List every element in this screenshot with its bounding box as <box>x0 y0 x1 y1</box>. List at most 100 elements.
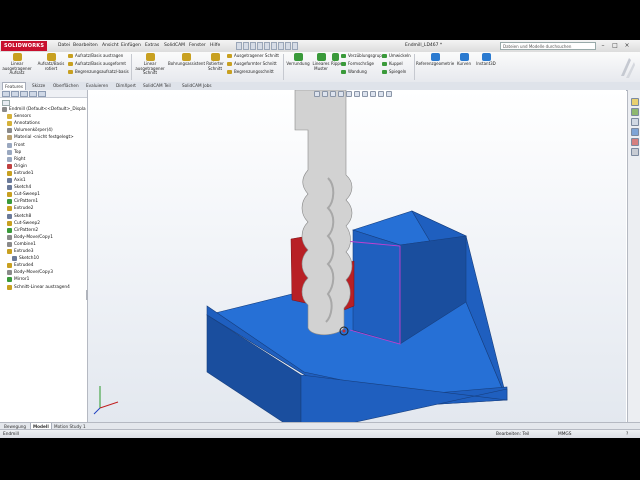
feature-icon <box>7 227 12 233</box>
help-icon[interactable]: ? <box>626 430 628 438</box>
menu-view[interactable]: Ansicht <box>102 40 119 52</box>
document-title: Endmill_LD467 * <box>405 43 443 48</box>
instant3d-button[interactable]: Instant3D <box>475 53 497 67</box>
file-properties-icon[interactable] <box>285 42 291 50</box>
boundary-cut-button[interactable]: Begrenzungsschnitt <box>227 69 274 75</box>
boundary-cut-icon <box>227 70 232 74</box>
zoom-to-fit-icon[interactable] <box>314 91 320 97</box>
section-view-icon[interactable] <box>338 91 344 97</box>
feature-icon <box>7 114 12 120</box>
select-icon[interactable] <box>271 42 277 50</box>
view-palette-icon[interactable] <box>631 128 639 136</box>
lofted-cut-label: Ausgeformter Schnitt <box>234 61 277 66</box>
heads-up-view-toolbar <box>314 90 392 98</box>
display-style-icon[interactable] <box>354 91 360 97</box>
solidworks-ds-logo-icon <box>621 58 635 78</box>
search-input[interactable]: Dateien und Modelle durchsuchen <box>500 42 596 50</box>
menu-help[interactable]: Hilfe <box>210 40 220 52</box>
tab-surfaces[interactable]: Oberflächen <box>51 82 81 90</box>
rib-button[interactable]: Rippe <box>331 53 342 67</box>
curves-button[interactable]: Kurven <box>455 53 473 67</box>
undo-icon[interactable] <box>264 42 270 50</box>
fillet-group-button[interactable]: Verzüblungsgruppe <box>341 53 387 59</box>
revolve-cut-icon <box>210 53 220 61</box>
ribbon-separator <box>414 54 415 80</box>
apply-scene-icon[interactable] <box>378 91 384 97</box>
revolved-cut-button[interactable]: Rotierter Schnitt <box>205 53 225 71</box>
file-explorer-icon[interactable] <box>631 118 639 126</box>
wrap-button[interactable]: Umwickeln <box>382 53 411 59</box>
hole-wizard-button[interactable]: Bohrungsassistent <box>168 53 205 67</box>
tab-dimxpert[interactable]: DimXpert <box>114 82 138 90</box>
instant3d-icon <box>481 53 491 61</box>
options-icon[interactable] <box>292 42 298 50</box>
tab-solidcam-jobs[interactable]: SolidCAM Jobs <box>180 82 214 90</box>
menu-file[interactable]: Datei <box>58 40 70 52</box>
tab-evaluate[interactable]: Evaluieren <box>84 82 110 90</box>
appearances-icon[interactable] <box>631 138 639 146</box>
manager-tabs <box>0 90 87 98</box>
reference-geometry-button[interactable]: Referenzgeometrie <box>416 53 454 67</box>
feature-icon <box>7 128 12 134</box>
minimize-button[interactable]: – <box>598 41 608 50</box>
tab-solidcam-part[interactable]: SolidCAM Teil <box>141 82 173 90</box>
menu-solidcam[interactable]: SolidCAM <box>164 40 185 52</box>
dome-button[interactable]: Kuppel <box>382 61 403 67</box>
reference-triad-icon <box>93 386 119 415</box>
boundary-boss-button[interactable]: Begrenzungsaufsatz/-basis <box>68 69 129 75</box>
shell-button[interactable]: Wandung <box>341 69 367 75</box>
hide-show-items-icon[interactable] <box>362 91 368 97</box>
save-icon[interactable] <box>250 42 256 50</box>
mirror-button[interactable]: Spiegeln <box>382 69 406 75</box>
menu-window[interactable]: Fenster <box>189 40 206 52</box>
close-button[interactable]: × <box>622 41 632 50</box>
revolved-boss-button[interactable]: Aufsatz/Basis rotiert <box>36 53 66 71</box>
status-units[interactable]: MMGS <box>558 430 571 438</box>
rebuild-icon[interactable] <box>278 42 284 50</box>
new-document-icon[interactable] <box>236 42 242 50</box>
feature-icon <box>7 185 12 191</box>
previous-view-icon[interactable] <box>330 91 336 97</box>
menu-insert[interactable]: Einfügen <box>121 40 141 52</box>
rib-icon <box>331 53 339 61</box>
extruded-cut-button[interactable]: Linear ausgetragener Schnitt <box>133 53 167 76</box>
extruded-boss-button[interactable]: Linear ausgetragener Aufsatz <box>2 53 32 76</box>
linear-pattern-button[interactable]: Lineares Muster <box>312 53 330 71</box>
lofted-boss-button[interactable]: Aufsatz/Basis ausgeformt <box>68 61 126 67</box>
edit-appearance-icon[interactable] <box>370 91 376 97</box>
view-settings-icon[interactable] <box>386 91 392 97</box>
shell-label: Wandung <box>348 69 367 74</box>
fillet-button[interactable]: Verrundung <box>285 53 311 67</box>
swept-boss-button[interactable]: Aufsatz/Basis austragen <box>68 53 123 59</box>
tree-item-label: Extrude3 <box>14 249 34 254</box>
feature-manager-tab-icon[interactable] <box>2 91 10 97</box>
feature-icon <box>7 284 12 290</box>
view-orientation-icon[interactable] <box>346 91 352 97</box>
dome-label: Kuppel <box>389 61 403 66</box>
feature-icon <box>12 256 17 262</box>
solidworks-logo[interactable]: SOLIDWORKS <box>1 41 48 51</box>
configuration-manager-tab-icon[interactable] <box>20 91 28 97</box>
property-manager-tab-icon[interactable] <box>11 91 19 97</box>
resources-icon[interactable] <box>631 98 639 106</box>
maximize-button[interactable]: □ <box>610 41 620 50</box>
tab-features[interactable]: Features <box>2 82 27 90</box>
open-icon[interactable] <box>243 42 249 50</box>
menu-edit[interactable]: Bearbeiten <box>73 40 98 52</box>
menu-tools[interactable]: Extras <box>145 40 159 52</box>
dimxpert-manager-tab-icon[interactable] <box>29 91 37 97</box>
draft-button[interactable]: Formschräge <box>341 61 374 67</box>
print-icon[interactable] <box>257 42 263 50</box>
tree-item-label: Body-Move/Copy3 <box>14 270 53 276</box>
custom-properties-icon[interactable] <box>631 148 639 156</box>
quick-access-toolbar <box>236 41 298 51</box>
feature-icon <box>7 220 12 226</box>
display-manager-tab-icon[interactable] <box>38 91 46 97</box>
swept-cut-label: Ausgetragener Schnitt <box>234 53 279 58</box>
graphics-area[interactable] <box>88 90 626 422</box>
tab-sketch[interactable]: Skizze <box>30 82 47 90</box>
zoom-area-icon[interactable] <box>322 91 328 97</box>
swept-cut-button[interactable]: Ausgetragener Schnitt <box>227 53 279 59</box>
lofted-cut-button[interactable]: Ausgeformter Schnitt <box>227 61 277 67</box>
design-library-icon[interactable] <box>631 108 639 116</box>
